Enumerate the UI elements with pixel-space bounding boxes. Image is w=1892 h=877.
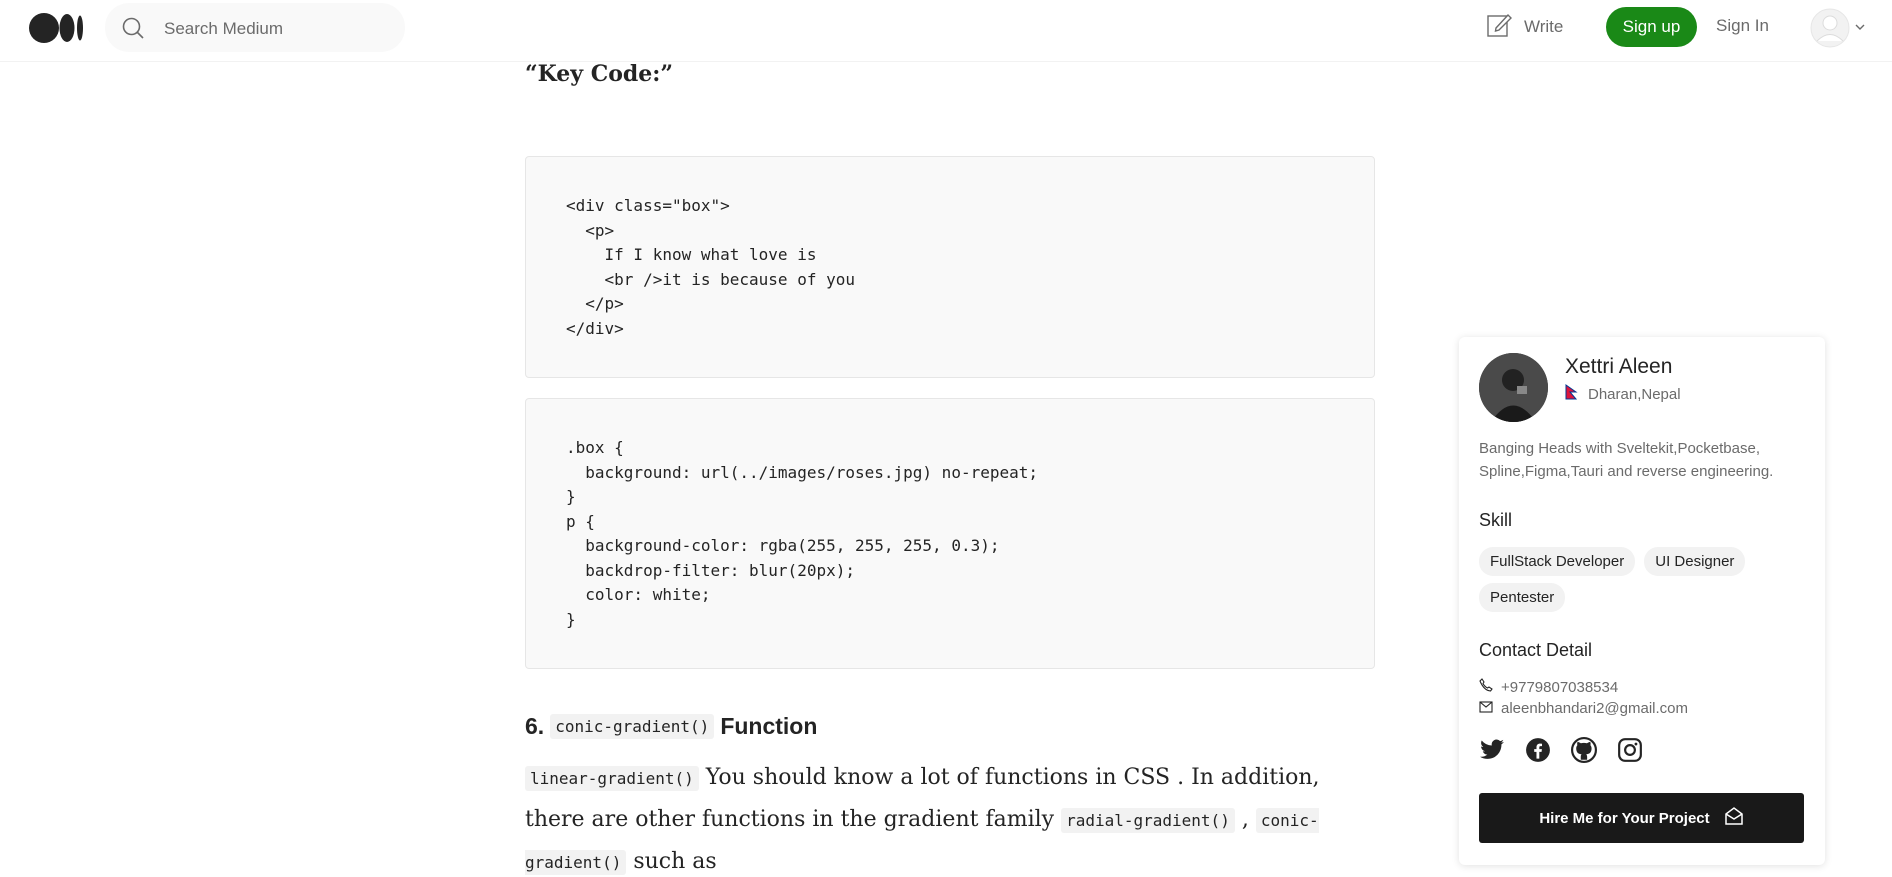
medium-logo-icon[interactable] <box>29 13 85 43</box>
top-navbar: Search Medium Write Sign up Sign In <box>0 0 1892 62</box>
css-code-block: .box { background: url(../images/roses.j… <box>525 398 1375 669</box>
author-name: Xettri Aleen <box>1565 355 1673 378</box>
email-text: aleenbhandari2@gmail.com <box>1501 700 1689 717</box>
para-text-2: , <box>1234 807 1256 832</box>
css-code-text: .box { background: url(../images/roses.j… <box>566 438 1039 629</box>
html-code-text: <div class="box"> <p> If I know what lov… <box>566 196 855 338</box>
mail-icon <box>1479 700 1493 717</box>
section-word: Function <box>720 713 818 739</box>
write-label: Write <box>1524 17 1564 36</box>
key-code-heading: “Key Code:” <box>525 61 674 87</box>
twitter-icon[interactable] <box>1479 737 1505 763</box>
github-icon[interactable] <box>1571 737 1597 763</box>
author-location: Dharan,Nepal <box>1565 384 1681 404</box>
search-bar[interactable]: Search Medium <box>105 3 405 52</box>
author-profile-card: Xettri Aleen Dharan,Nepal Banging Heads … <box>1459 337 1825 865</box>
write-icon <box>1486 12 1512 43</box>
skill-title: Skill <box>1479 510 1513 530</box>
author-avatar[interactable] <box>1479 353 1548 422</box>
phone-text: +9779807038534 <box>1501 678 1619 696</box>
author-location-text: Dharan,Nepal <box>1588 385 1681 403</box>
social-links <box>1479 737 1643 763</box>
hire-me-label: Hire Me for Your Project <box>1539 809 1710 827</box>
envelope-open-icon <box>1724 807 1744 829</box>
author-bio: Banging Heads with Sveltekit,Pocketbase,… <box>1479 440 1774 480</box>
skill-tags: FullStack Developer UI Designer Penteste… <box>1479 547 1809 612</box>
skill-tag: Pentester <box>1479 583 1566 612</box>
sign-in-link[interactable]: Sign In <box>1716 16 1769 36</box>
hire-me-button[interactable]: Hire Me for Your Project <box>1479 793 1804 843</box>
inline-code-linear: linear-gradient() <box>525 766 699 791</box>
inline-code-radial: radial-gradient() <box>1061 808 1235 833</box>
html-code-block: <div class="box"> <p> If I know what lov… <box>525 156 1375 378</box>
skill-tag: FullStack Developer <box>1479 547 1636 576</box>
section-number: 6. <box>525 713 545 739</box>
contact-title: Contact Detail <box>1479 640 1593 660</box>
user-menu[interactable] <box>1810 8 1870 48</box>
contact-email[interactable]: aleenbhandari2@gmail.com <box>1479 700 1688 717</box>
section-heading: 6. conic-gradient() Function <box>525 713 817 740</box>
instagram-icon[interactable] <box>1617 737 1643 763</box>
skill-tag: UI Designer <box>1644 547 1746 576</box>
search-input[interactable]: Search Medium <box>164 19 283 39</box>
phone-icon <box>1479 678 1493 696</box>
contact-phone[interactable]: +9779807038534 <box>1479 678 1618 696</box>
article-paragraph: linear-gradient() You should know a lot … <box>525 757 1345 877</box>
search-icon <box>121 16 145 40</box>
para-text-3: such as <box>626 849 717 874</box>
nepal-flag-icon <box>1565 384 1579 404</box>
write-button[interactable]: Write <box>1486 13 1563 41</box>
section-inline-code: conic-gradient() <box>550 714 715 739</box>
sign-up-button[interactable]: Sign up <box>1606 7 1697 47</box>
facebook-icon[interactable] <box>1525 737 1551 763</box>
